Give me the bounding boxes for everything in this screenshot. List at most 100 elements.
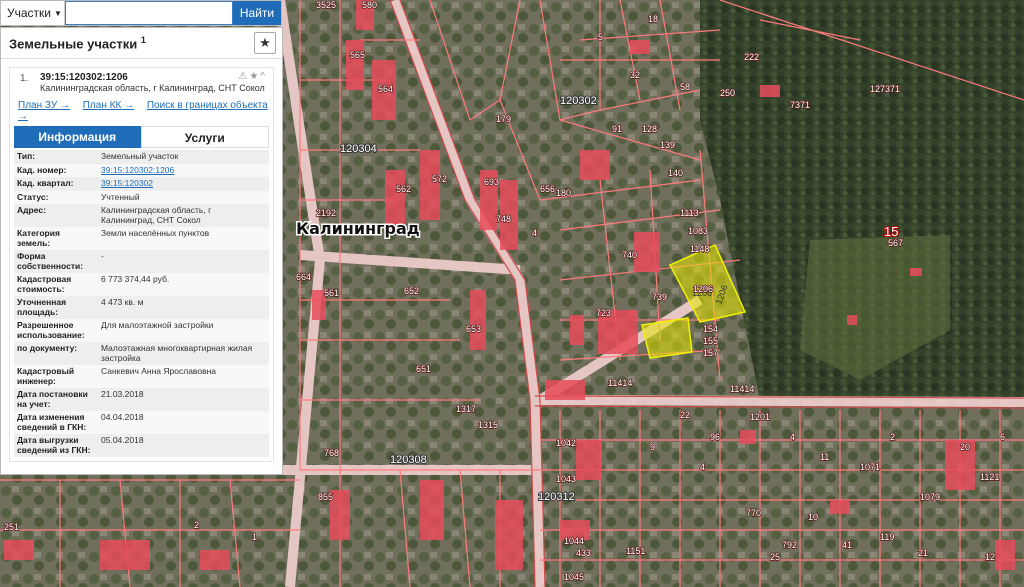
parcel-label: 1044 [564, 536, 584, 546]
info-key: Категория земель: [14, 227, 98, 250]
parcel-label: 2192 [316, 208, 336, 218]
panel-title-text: Земельные участки [9, 36, 138, 52]
parcel-label: 154 [703, 324, 718, 334]
info-row: Кадастровая стоимость: 6 773 374,44 руб. [14, 273, 269, 296]
result-card: 1. ⚠★^ 39:15:120302:1206 Калининградская… [9, 67, 274, 462]
info-row: по документу: Малоэтажная многоквартирная… [14, 342, 269, 365]
parcel-label: 12 [985, 552, 995, 562]
parcel-label: 11 [820, 452, 829, 462]
result-address: Калининградская область, г Калининград, … [40, 83, 265, 93]
quarter-label: 120308 [390, 454, 427, 466]
parcel-label: 250 [720, 88, 735, 98]
parcel-label: 2 [890, 432, 895, 442]
parcel-label: 96 [710, 432, 720, 442]
info-key: Кад. квартал: [14, 177, 98, 191]
parcel-label: 7371 [880, 84, 900, 94]
info-row: Адрес: Калининградская область, г Калинин… [14, 204, 269, 227]
search-bar: Участки ▼ Найти [0, 0, 282, 26]
parcel-label: 222 [744, 52, 759, 62]
chevron-down-icon: ▼ [54, 8, 62, 18]
parcel-label: 748 [496, 214, 511, 224]
parcel-label: 140 [668, 168, 683, 178]
search-type-label: Участки [7, 6, 51, 20]
parcel-label: 1201 [750, 412, 770, 422]
parcel-label: 1121 [980, 472, 999, 482]
quarter-label: 120312 [538, 491, 575, 503]
cad-number-link[interactable]: 39:15:120302:1206 [98, 163, 269, 177]
parcel-label: 564 [378, 84, 393, 94]
panel-header: Земельные участки 1 ★ [1, 28, 282, 59]
city-label: Калининград [296, 219, 420, 238]
parcel-label: 1 [252, 532, 257, 542]
parcel-label: 792 [782, 540, 797, 550]
parcel-label: 664 [296, 272, 311, 282]
tab-services[interactable]: Услуги [140, 126, 269, 148]
info-key: по документу: [14, 342, 98, 365]
parcel-label: 855 [318, 492, 333, 502]
info-row: Статус: Учтенный [14, 190, 269, 204]
plan-zu-link[interactable]: План ЗУ → [18, 100, 70, 111]
info-value: Санкевич Анна Ярославовна [98, 365, 269, 388]
info-value: Учтенный [98, 190, 269, 204]
warning-icon[interactable]: ⚠ [238, 71, 249, 82]
quarter-label: 120304 [340, 143, 377, 155]
parcel-label: 4 [532, 228, 537, 238]
parcel-label: 251 [4, 522, 19, 532]
parcel-label: 562 [396, 184, 411, 194]
cad-quarter-link[interactable]: 39:15:120302 [98, 177, 269, 191]
parcel-label: 656 [540, 184, 555, 194]
info-row: Кад. квартал: 39:15:120302 [14, 177, 269, 191]
star-icon[interactable]: ★ [249, 71, 260, 82]
parcel-label: 1113 [680, 208, 699, 218]
info-key: Дата изменения сведений в ГКН: [14, 411, 98, 434]
results-panel: Земельные участки 1 ★ 1. ⚠★^ 39:15:12030… [0, 27, 283, 475]
parcel-label: 21 [918, 548, 928, 558]
parcel-label: 653 [466, 324, 481, 334]
parcel-label: 9 [650, 442, 655, 452]
info-row: Уточненная площадь: 4 473 кв. м [14, 296, 269, 319]
parcel-label: 11414 [608, 378, 632, 388]
info-key: Дата выгрузки сведений из ГКН: [14, 434, 98, 457]
parcel-label: 12 [870, 84, 880, 94]
search-input[interactable] [65, 1, 233, 25]
info-key: Форма собственности: [14, 250, 98, 273]
parcel-label: 11414 [730, 384, 754, 394]
info-value: Малоэтажная многоквартирная жилая застро… [98, 342, 269, 365]
search-type-dropdown[interactable]: Участки ▼ [1, 1, 65, 25]
parcel-label: 5 [598, 32, 603, 42]
info-key: Кад. номер: [14, 163, 98, 177]
tab-information[interactable]: Информация [14, 126, 141, 148]
info-row: Форма собственности: - [14, 250, 269, 273]
parcel-label: 1045 [564, 572, 584, 582]
parcel-label: 739 [652, 292, 667, 302]
info-key: Дата постановки на учет: [14, 388, 98, 411]
info-row: Категория земель: Земли населённых пункто… [14, 227, 269, 250]
parcel-label: 6 [1000, 432, 1005, 442]
panel-title: Земельные участки 1 [9, 35, 146, 51]
parcel-label: 1317 [456, 404, 476, 414]
parcel-label: 1079 [920, 492, 940, 502]
info-key: Кадастровая стоимость: [14, 273, 98, 296]
info-value: 6 773 374,44 руб. [98, 273, 269, 296]
quarter-number-label: 15 [884, 224, 898, 239]
result-cad-number[interactable]: 39:15:120302:1206 [40, 72, 269, 83]
parcel-label: 1315 [478, 420, 498, 430]
info-value: 4 473 кв. м [98, 296, 269, 319]
info-value: 05.04.2018 [98, 434, 269, 457]
parcel-label: 91 [612, 124, 622, 134]
parcel-label: 2 [194, 520, 199, 530]
search-button[interactable]: Найти [233, 1, 281, 25]
collapse-icon[interactable]: ^ [260, 71, 267, 82]
favorite-star-icon[interactable]: ★ [254, 32, 276, 54]
info-row: Кад. номер: 39:15:120302:1206 [14, 163, 269, 177]
parcel-label: 740 [622, 250, 637, 260]
parcel-label: 7371 [790, 100, 810, 110]
parcel-label: 693 [484, 177, 499, 187]
parcel-label: 4 [790, 432, 795, 442]
parcel-label: 41 [842, 540, 852, 550]
parcel-label: 1148 [690, 244, 709, 254]
plan-kk-link[interactable]: План КК → [83, 100, 134, 111]
parcel-label: 433 [576, 548, 591, 558]
parcel-label: 155 [703, 336, 718, 346]
parcel-label: 128 [642, 124, 657, 134]
